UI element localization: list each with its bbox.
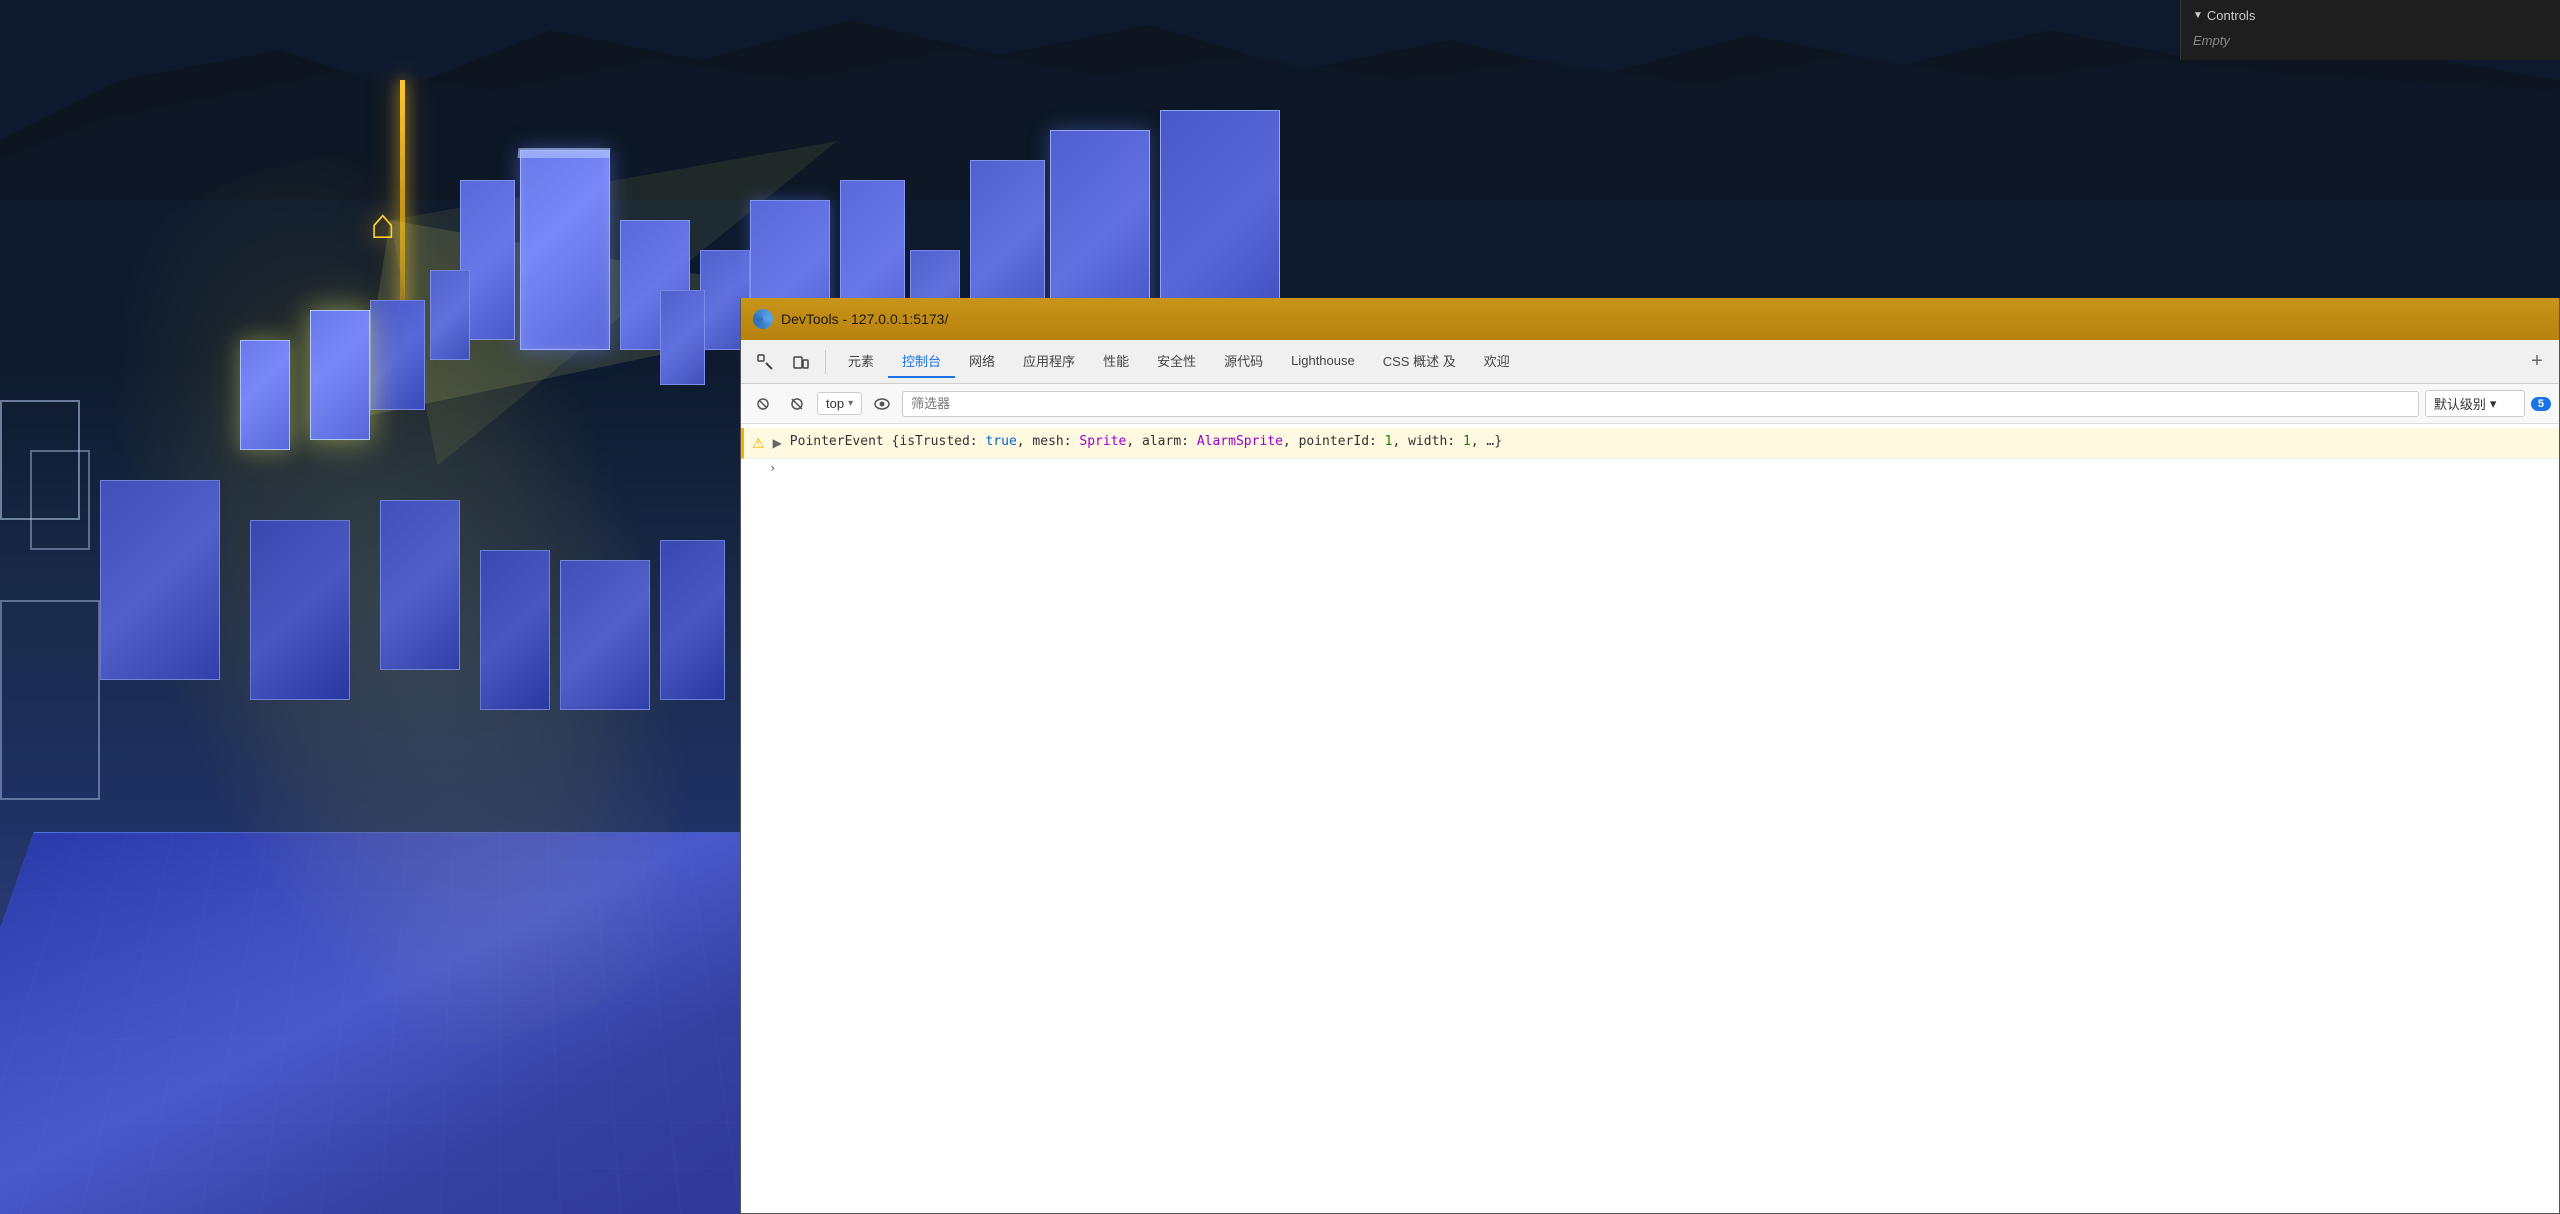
controls-title: Controls xyxy=(2207,8,2255,23)
tab-network[interactable]: 网络 xyxy=(955,345,1009,378)
toolbar-separator-1 xyxy=(825,350,826,374)
comma-3: , pointerId: xyxy=(1283,434,1385,449)
context-selector[interactable]: top ▾ xyxy=(817,392,862,415)
controls-chevron-icon: ▼ xyxy=(2193,10,2203,21)
console-expand-row[interactable]: › xyxy=(741,459,2559,477)
building-5 xyxy=(430,270,470,360)
building-fg-2 xyxy=(250,520,350,700)
comma-1: , mesh: xyxy=(1017,434,1080,449)
devtools-tabs: 元素 控制台 网络 应用程序 性能 安全性 源代码 Lighthouse CSS… xyxy=(834,345,2519,378)
devtools-panel: DevTools - 127.0.0.1:5173/ 元素 控制台 网络 应用程… xyxy=(740,298,2560,1214)
devtools-main-toolbar: 元素 控制台 网络 应用程序 性能 安全性 源代码 Lighthouse CSS… xyxy=(741,340,2559,384)
building-glow-2 xyxy=(240,340,290,450)
building-fg-1 xyxy=(100,480,220,680)
building-wire-3 xyxy=(0,600,100,800)
filter-input[interactable] xyxy=(911,396,2410,411)
building-7 xyxy=(660,290,705,385)
add-tab-button[interactable]: + xyxy=(2523,348,2551,376)
tab-elements[interactable]: 元素 xyxy=(834,345,888,378)
tab-css-overview[interactable]: CSS 概述 及 xyxy=(1369,345,1470,378)
settings-button[interactable] xyxy=(783,390,811,418)
tab-application[interactable]: 应用程序 xyxy=(1009,345,1089,378)
building-1-top xyxy=(518,148,611,158)
tab-performance[interactable]: 性能 xyxy=(1089,345,1143,378)
tab-sources[interactable]: 源代码 xyxy=(1210,345,1277,378)
value-width: 1 xyxy=(1463,434,1471,449)
value-sprite: Sprite xyxy=(1079,434,1126,449)
tab-lighthouse[interactable]: Lighthouse xyxy=(1277,347,1369,376)
value-1: 1 xyxy=(1385,434,1393,449)
house-icon: ⌂ xyxy=(370,200,395,248)
second-row-arrow-icon: › xyxy=(769,461,776,475)
building-fg-5 xyxy=(560,560,650,710)
browser-favicon xyxy=(753,309,773,329)
message-count-badge: 5 xyxy=(2531,397,2551,411)
building-glow-1 xyxy=(310,310,370,440)
expand-arrow-icon: ▶ xyxy=(773,434,782,452)
value-alarmsprite: AlarmSprite xyxy=(1197,434,1283,449)
console-toolbar: top ▾ 默认级别 ▾ 5 xyxy=(741,384,2559,424)
inspect-element-button[interactable] xyxy=(749,346,781,378)
log-level-label: 默认级别 xyxy=(2434,394,2486,413)
comma-4: , width: xyxy=(1393,434,1463,449)
tab-security[interactable]: 安全性 xyxy=(1143,345,1210,378)
controls-header: ▼ Controls xyxy=(2193,8,2548,23)
value-true: true xyxy=(985,434,1016,449)
building-6 xyxy=(370,300,425,410)
device-emulation-button[interactable] xyxy=(785,346,817,378)
controls-empty-label: Empty xyxy=(2193,29,2548,52)
building-fg-6 xyxy=(660,540,725,700)
context-arrow-icon: ▾ xyxy=(848,398,853,409)
eye-button[interactable] xyxy=(868,390,896,418)
clear-console-button[interactable] xyxy=(749,390,777,418)
warning-icon: ⚠ xyxy=(752,433,765,454)
devtools-title: DevTools - 127.0.0.1:5173/ xyxy=(781,311,948,327)
devtools-titlebar: DevTools - 127.0.0.1:5173/ xyxy=(741,298,2559,340)
console-message-text: PointerEvent {isTrusted: true, mesh: Spr… xyxy=(790,432,1502,452)
building-fg-3 xyxy=(380,500,460,670)
filter-input-wrapper xyxy=(902,391,2419,417)
pointer-event-label: PointerEvent {isTrusted: xyxy=(790,434,986,449)
console-content[interactable]: ⚠ ▶ PointerEvent {isTrusted: true, mesh:… xyxy=(741,424,2559,1213)
comma-2: , alarm: xyxy=(1126,434,1196,449)
controls-panel: ▼ Controls Empty xyxy=(2180,0,2560,60)
building-1 xyxy=(520,150,610,350)
log-level-arrow-icon: ▾ xyxy=(2490,396,2497,412)
tab-console[interactable]: 控制台 xyxy=(888,345,955,378)
context-value: top xyxy=(826,396,844,411)
building-wire-2 xyxy=(30,450,90,550)
console-row-warning[interactable]: ⚠ ▶ PointerEvent {isTrusted: true, mesh:… xyxy=(741,428,2559,459)
building-fg-4 xyxy=(480,550,550,710)
log-level-selector[interactable]: 默认级别 ▾ xyxy=(2425,390,2525,417)
comma-5: , …} xyxy=(1471,434,1502,449)
tab-welcome[interactable]: 欢迎 xyxy=(1470,345,1524,378)
